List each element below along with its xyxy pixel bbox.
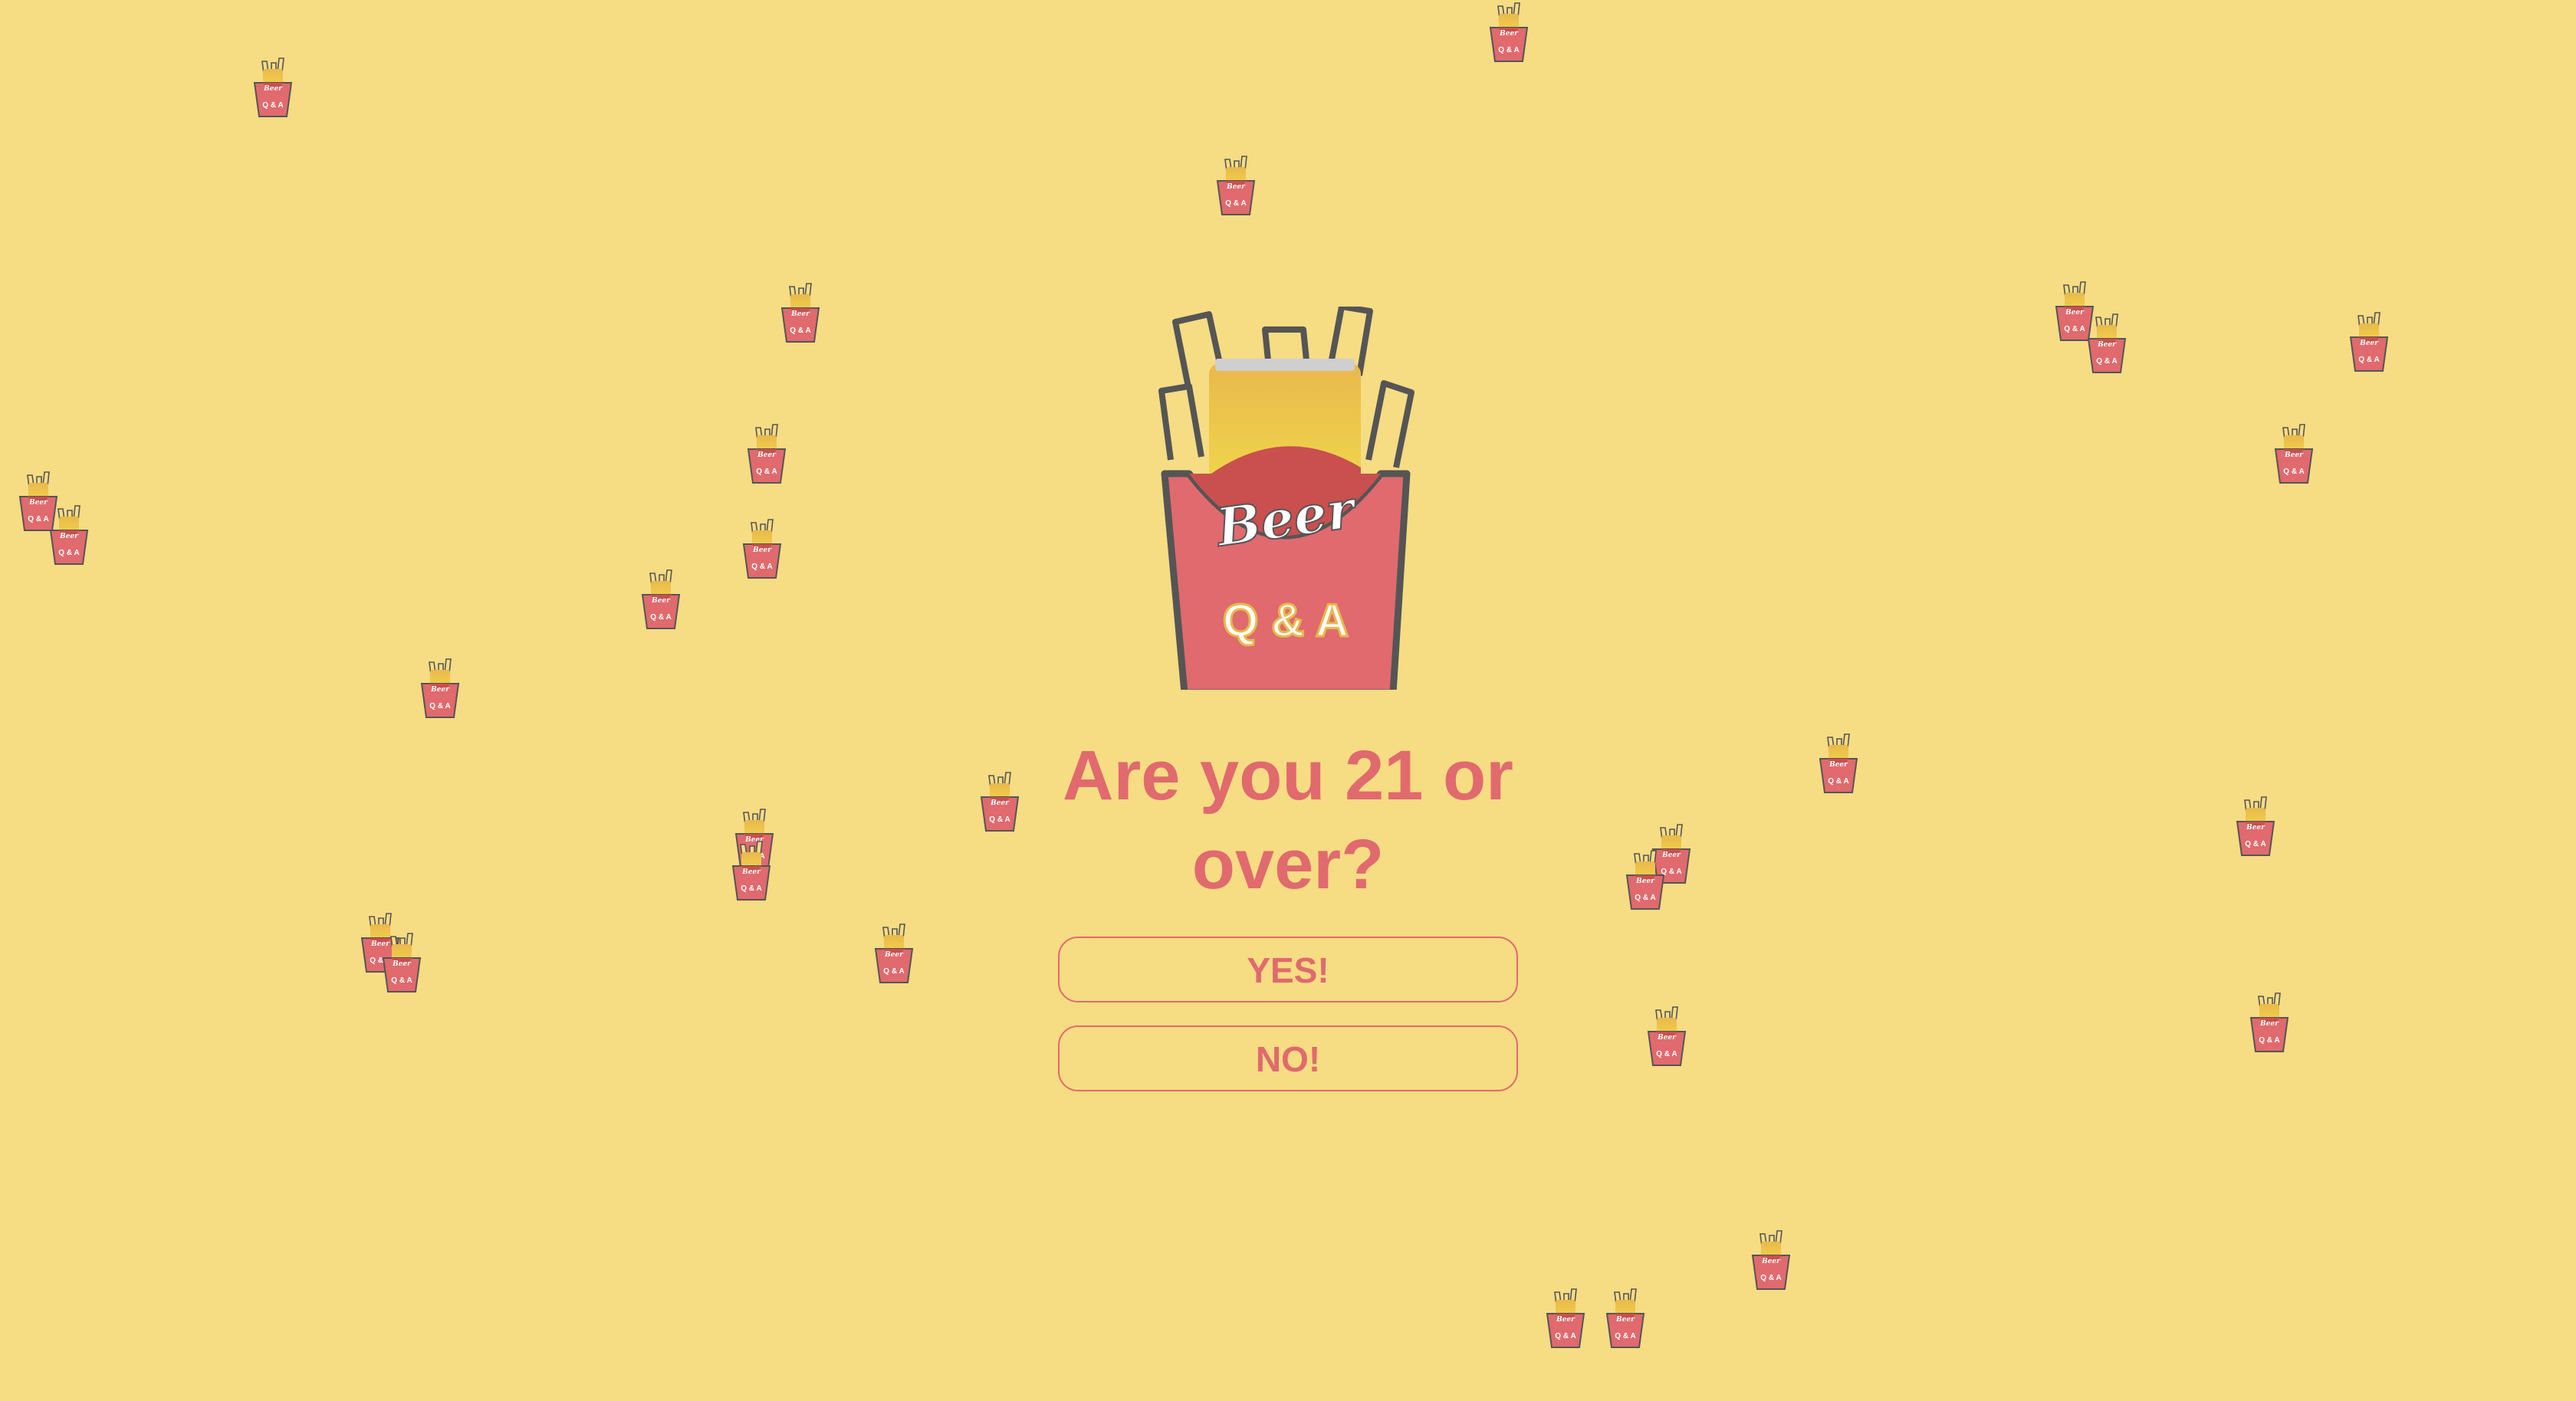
mini-beer-box-icon <box>777 281 823 345</box>
age-gate-panel: Beer Q & A Are you 21 or over? YES! NO! <box>1058 307 1518 1091</box>
mini-beer-box-icon <box>1486 0 1532 64</box>
mini-beer-box-icon <box>1213 153 1259 218</box>
mini-beer-box-icon <box>638 567 684 632</box>
mini-beer-box-icon <box>379 930 425 995</box>
mini-beer-box-icon <box>250 55 296 120</box>
mini-beer-box-icon <box>1815 731 1861 796</box>
age-gate-page: Beer Q & A Are you 21 or over? YES! NO! <box>0 0 2576 1401</box>
mini-beer-box-icon <box>871 921 917 986</box>
beer-fries-box-logo: Beer Q & A <box>1154 307 1422 690</box>
logo-sub-text: Q & A <box>1223 595 1349 646</box>
no-button[interactable]: NO! <box>1058 1025 1518 1091</box>
mini-beer-box-icon <box>2246 990 2292 1055</box>
mini-beer-box-icon <box>417 656 463 720</box>
mini-beer-box-icon <box>744 422 790 486</box>
mini-beer-box-icon <box>977 769 1023 834</box>
mini-beer-box-icon <box>1543 1286 1589 1350</box>
mini-beer-box-icon <box>1622 848 1668 912</box>
mini-beer-box-icon <box>739 517 785 581</box>
mini-beer-box-icon <box>2084 311 2130 376</box>
mini-beer-box-icon <box>2271 422 2317 486</box>
yes-button[interactable]: YES! <box>1058 937 1518 1002</box>
mini-beer-box-icon <box>1748 1228 1794 1292</box>
mini-beer-box-icon <box>1644 1004 1690 1068</box>
mini-beer-box-icon <box>2233 794 2279 858</box>
mini-beer-box-icon <box>2346 310 2392 374</box>
age-question: Are you 21 or over? <box>1063 737 1513 904</box>
mini-beer-box-icon <box>1602 1286 1648 1350</box>
mini-beer-box-icon <box>728 838 774 903</box>
mini-beer-box-icon <box>46 503 92 567</box>
